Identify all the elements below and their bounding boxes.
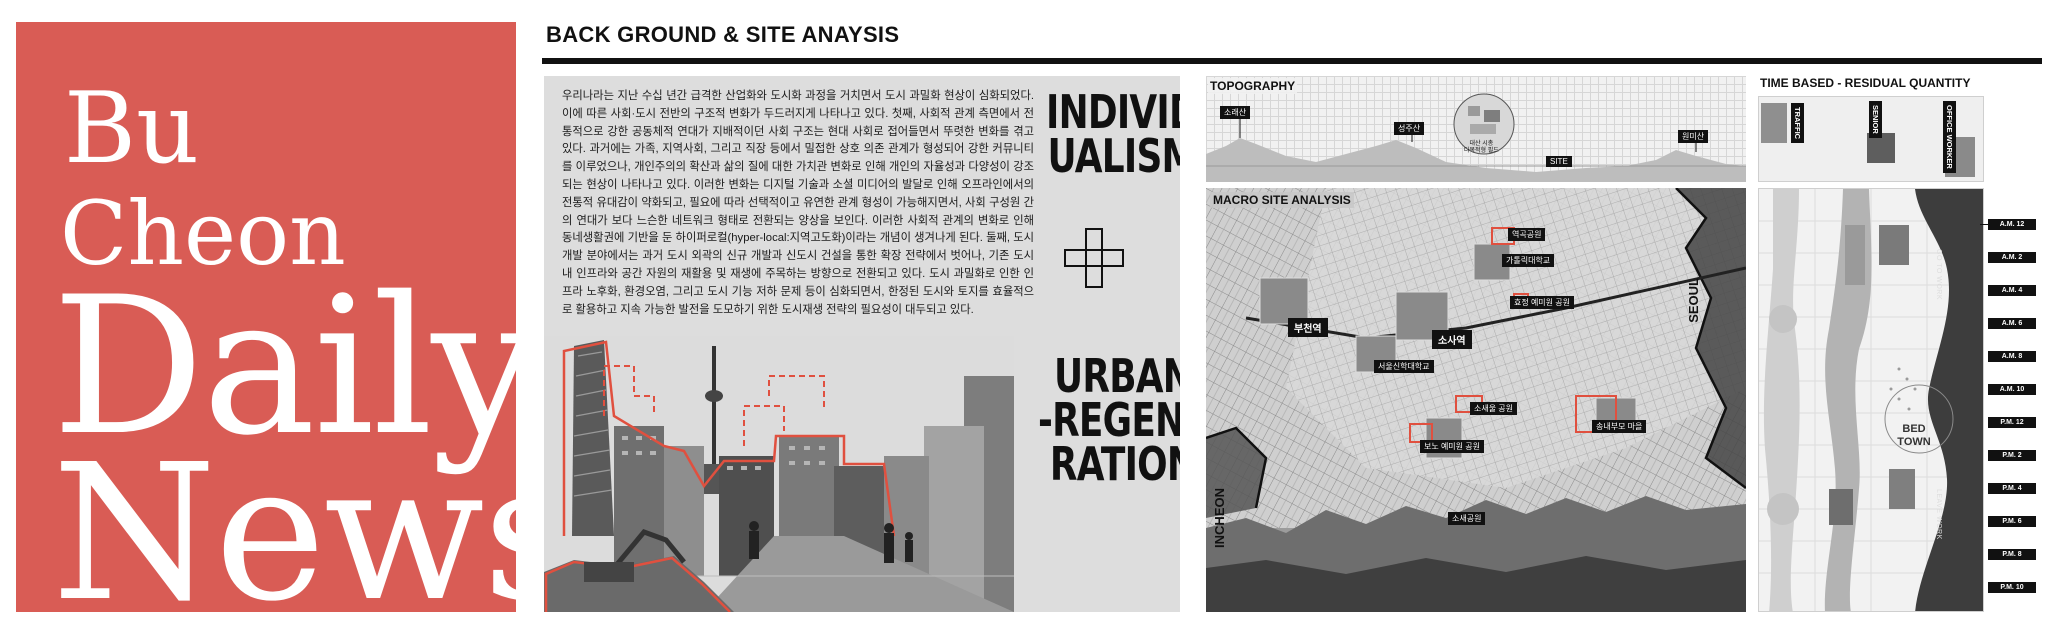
time-tick-pm4: P.M. 4 xyxy=(1988,483,2036,494)
place-label-songnae-village: 송내부모 마을 xyxy=(1592,420,1647,433)
seoul-label: SEOUL xyxy=(1686,278,1701,323)
time-tick-pm12: P.M. 12 xyxy=(1988,417,2036,428)
bed-town-label: BED TOWN xyxy=(1897,423,1931,449)
time-flow-graphic xyxy=(1759,189,1983,611)
keyword-urban-regeneration-text: URBAN -REGENE RATION xyxy=(1037,349,1180,492)
time-legend: TRAFFIC SENIOR OFFICE WORKER xyxy=(1758,96,1984,182)
time-tick-pm10: P.M. 10 xyxy=(1988,582,2036,593)
keyword-individualism: INDIVID UALISM xyxy=(1036,85,1180,184)
station-label-sosa: 소사역 xyxy=(1432,330,1472,349)
place-label-yeokgok-park: 역곡공원 xyxy=(1508,228,1546,241)
macro-site-map: MACRO SITE ANALYSIS 부천역 소사역 역곡공원 가톨릭대학교 … xyxy=(1206,188,1746,612)
legend-photo-traffic xyxy=(1761,103,1787,143)
time-tick-column: A.M. 12 A.M. 2 A.M. 4 A.M. 6 A.M. 8 A.M.… xyxy=(1980,188,2048,612)
header-rule xyxy=(542,58,2042,64)
topography-panel: TOPOGRAPHY 소래산 성주산 원미산 SITE 대산 시총 다목적형 필… xyxy=(1206,76,1746,182)
place-label-catholic-univ: 가톨릭대학교 xyxy=(1502,254,1555,267)
time-tick-am12: A.M. 12 xyxy=(1988,219,2036,230)
time-tick-am8: A.M. 8 xyxy=(1988,351,2036,362)
place-label-bono-park: 보노 예미원 공원 xyxy=(1420,440,1484,453)
page-title: BACK GROUND & SITE ANAYSIS xyxy=(546,22,900,47)
incheon-label: INCHEON xyxy=(1212,488,1227,548)
legend-label-office-worker: OFFICE WORKER xyxy=(1943,101,1956,173)
time-chart: BED TOWN GO TO WORK LEAVE WORK xyxy=(1758,188,1984,612)
city-collage xyxy=(544,336,1014,612)
station-label-bucheon: 부천역 xyxy=(1288,318,1328,337)
time-tick-pm6: P.M. 6 xyxy=(1988,516,2036,527)
background-panel: 우리나라는 지난 수십 년간 급격한 산업화와 도시화 과정을 거치면서 도시 … xyxy=(544,76,1180,612)
title-word-news: News xyxy=(52,424,579,625)
time-tick-am10: A.M. 10 xyxy=(1988,384,2036,395)
place-label-seoul-theological: 서울신학대학교 xyxy=(1374,360,1434,373)
legend-label-senior: SENIOR xyxy=(1869,101,1882,138)
time-based-title: TIME BASED - RESIDUAL QUANTITY xyxy=(1760,76,1971,90)
macro-site-label: MACRO SITE ANALYSIS xyxy=(1210,192,1354,208)
macro-map-graphic xyxy=(1206,188,1746,612)
topography-label: TOPOGRAPHY xyxy=(1208,78,1298,94)
background-paragraph: 우리나라는 지난 수십 년간 급격한 산업화와 도시화 과정을 거치면서 도시 … xyxy=(562,90,1034,316)
place-label-hyojeong-park: 효정 예미원 공원 xyxy=(1510,296,1574,309)
time-tick-am4: A.M. 4 xyxy=(1988,285,2036,296)
place-label-sosaeul-park: 소새울 공원 xyxy=(1470,402,1518,415)
time-tick-am2: A.M. 2 xyxy=(1988,252,2036,263)
leave-work-label: LEAVE WORK xyxy=(1935,489,1942,540)
legend-label-traffic: TRAFFIC xyxy=(1791,103,1804,144)
go-to-work-label: GO TO WORK xyxy=(1935,249,1942,301)
peak-label-wonmi: 원미산 xyxy=(1678,130,1709,143)
title-block: Bu Cheon Daily News xyxy=(16,22,579,625)
site-label: SITE xyxy=(1546,156,1572,167)
time-tick-pm2: P.M. 2 xyxy=(1988,450,2036,461)
place-label-sosae-park: 소새공원 xyxy=(1448,512,1486,525)
peak-label-sorae: 소래산 xyxy=(1220,106,1251,119)
time-tick-am6: A.M. 6 xyxy=(1988,318,2036,329)
keyword-individualism-text: INDIVID UALISM xyxy=(1046,85,1180,184)
title-word-bu: Bu xyxy=(64,72,200,186)
keyword-urban-regeneration: URBAN -REGENE RATION xyxy=(1033,349,1180,492)
peak-label-seongju: 성주산 xyxy=(1394,122,1425,135)
topography-inset-caption: 대산 시총 다목적형 필드 xyxy=(1464,141,1499,154)
plus-icon xyxy=(1064,228,1124,288)
time-tick-pm8: P.M. 8 xyxy=(1988,549,2036,560)
